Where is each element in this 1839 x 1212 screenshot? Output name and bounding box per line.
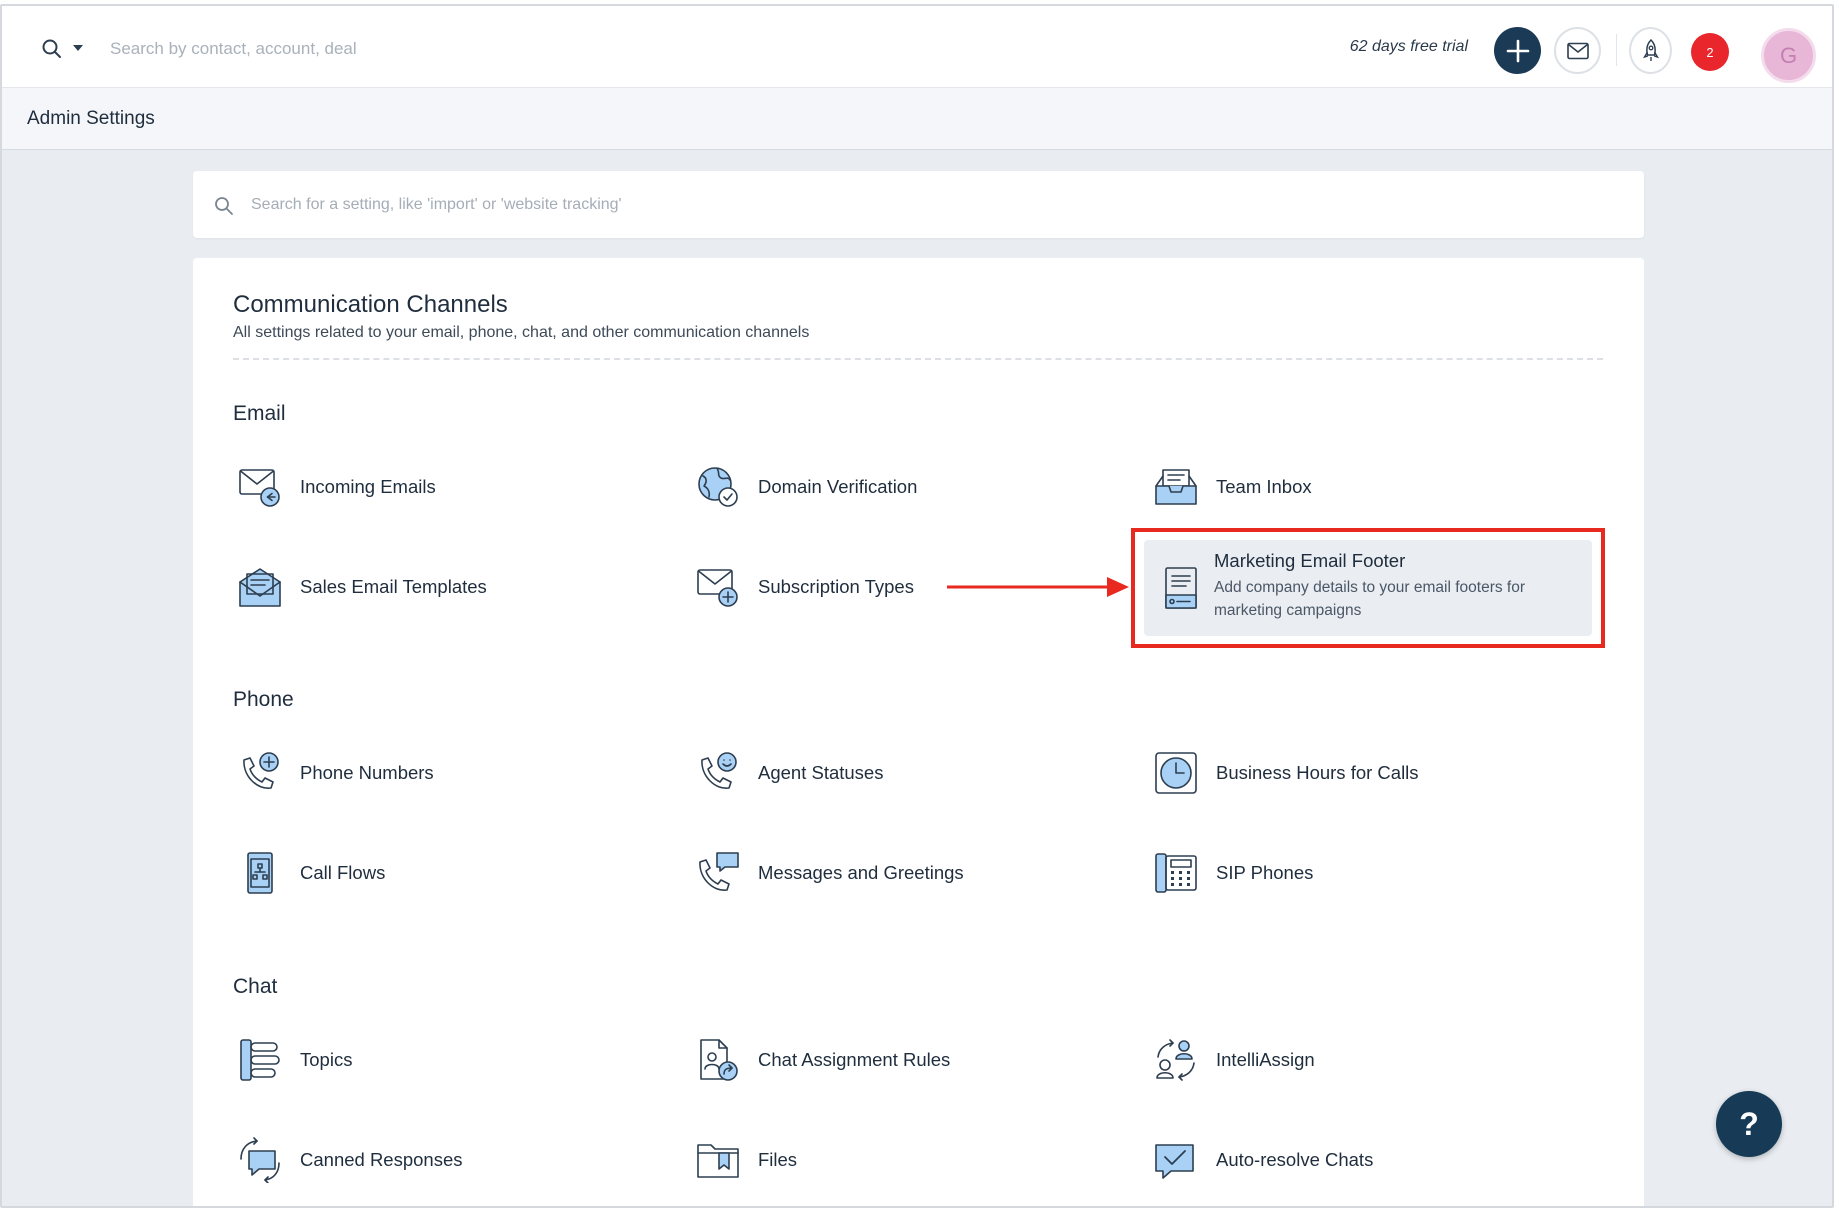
topics-list-icon <box>237 1037 283 1083</box>
plus-icon <box>1506 39 1529 62</box>
global-search-input[interactable] <box>110 34 530 64</box>
call-flow-icon <box>237 850 283 896</box>
setting-label: Call Flows <box>300 862 386 883</box>
search-icon <box>215 197 233 215</box>
setting-business-hours-for-calls[interactable]: Business Hours for Calls <box>1153 750 1419 796</box>
email-button[interactable] <box>1554 27 1601 74</box>
setting-marketing-email-footer[interactable]: Marketing Email Footer Add company detai… <box>1144 540 1592 636</box>
toolbar-divider <box>1616 34 1617 66</box>
setting-auto-resolve-chats[interactable]: Auto-resolve Chats <box>1153 1137 1373 1183</box>
setting-call-flows[interactable]: Call Flows <box>237 850 385 896</box>
incoming-email-icon <box>237 464 283 510</box>
setting-files[interactable]: Files <box>695 1137 797 1183</box>
setting-label: Phone Numbers <box>300 762 434 783</box>
communication-channels-card: Communication Channels All settings rela… <box>193 258 1644 1206</box>
settings-search-input[interactable] <box>251 191 1151 219</box>
setting-label: Chat Assignment Rules <box>758 1049 951 1070</box>
setting-label: Canned Responses <box>300 1149 463 1170</box>
email-template-icon <box>237 564 283 610</box>
setting-canned-responses[interactable]: Canned Responses <box>237 1137 463 1183</box>
notification-badge[interactable]: 2 <box>1691 33 1729 71</box>
setting-label: Business Hours for Calls <box>1216 762 1419 783</box>
divider <box>233 358 1603 360</box>
clock-icon <box>1153 750 1199 796</box>
setting-description: Add company details to your email footer… <box>1214 579 1526 619</box>
add-button[interactable] <box>1494 27 1541 74</box>
setting-team-inbox[interactable]: Team Inbox <box>1153 464 1312 510</box>
setting-sip-phones[interactable]: SIP Phones <box>1153 850 1313 896</box>
setting-label: Messages and Greetings <box>758 862 964 883</box>
card-title: Communication Channels <box>233 291 508 318</box>
user-avatar[interactable]: G <box>1761 28 1816 83</box>
top-bar: 62 days free trial 2 G <box>2 6 1832 88</box>
users-cycle-icon <box>1153 1037 1199 1083</box>
phone-smiley-icon <box>695 750 741 796</box>
phone-plus-icon <box>237 750 283 796</box>
setting-topics[interactable]: Topics <box>237 1037 352 1083</box>
email-plus-icon <box>695 564 741 610</box>
envelope-icon <box>1566 42 1589 59</box>
setting-agent-statuses[interactable]: Agent Statuses <box>695 750 883 796</box>
section-title-email: Email <box>233 402 286 425</box>
getting-started-button[interactable] <box>1629 27 1672 74</box>
annotation-arrow <box>947 577 1129 597</box>
setting-label: Auto-resolve Chats <box>1216 1149 1374 1170</box>
setting-label: SIP Phones <box>1216 862 1314 883</box>
folder-bookmark-icon <box>695 1137 741 1183</box>
setting-sales-email-templates[interactable]: Sales Email Templates <box>237 564 487 610</box>
setting-chat-assignment-rules[interactable]: Chat Assignment Rules <box>695 1037 950 1083</box>
trial-status-text[interactable]: 62 days free trial <box>1302 38 1468 56</box>
setting-intelliassign[interactable]: IntelliAssign <box>1153 1037 1315 1083</box>
globe-check-icon <box>695 464 741 510</box>
help-button[interactable]: ? <box>1716 1091 1782 1157</box>
chat-bubble-cycle-icon <box>237 1137 283 1183</box>
inbox-tray-icon <box>1153 464 1199 510</box>
chat-check-icon <box>1153 1137 1199 1183</box>
setting-label: Sales Email Templates <box>300 576 487 597</box>
setting-label: Team Inbox <box>1216 476 1312 497</box>
setting-incoming-emails[interactable]: Incoming Emails <box>237 464 436 510</box>
search-icon[interactable] <box>40 37 64 61</box>
setting-label: Incoming Emails <box>300 476 436 497</box>
section-title-phone: Phone <box>233 688 294 711</box>
setting-label: Topics <box>300 1049 353 1070</box>
card-description: All settings related to your email, phon… <box>233 324 810 341</box>
setting-label: Domain Verification <box>758 476 918 497</box>
setting-label: Files <box>758 1149 798 1170</box>
rocket-icon <box>1642 38 1659 61</box>
phone-message-icon <box>695 850 741 896</box>
page-header: Admin Settings <box>2 88 1832 150</box>
setting-label: Agent Statuses <box>758 762 884 783</box>
setting-domain-verification[interactable]: Domain Verification <box>695 464 917 510</box>
section-title-chat: Chat <box>233 975 278 998</box>
desk-phone-icon <box>1153 850 1199 896</box>
setting-messages-and-greetings[interactable]: Messages and Greetings <box>695 850 964 896</box>
setting-label: IntelliAssign <box>1216 1049 1315 1070</box>
setting-label: Subscription Types <box>758 576 914 597</box>
settings-search-box <box>193 171 1644 238</box>
setting-title: Marketing Email Footer <box>1214 550 1406 571</box>
document-footer-icon <box>1165 567 1197 609</box>
setting-subscription-types[interactable]: Subscription Types <box>695 564 914 610</box>
caret-down-icon[interactable] <box>72 42 84 54</box>
app-window: 62 days free trial 2 G <box>0 4 1834 1208</box>
assignment-document-icon <box>695 1037 741 1083</box>
setting-phone-numbers[interactable]: Phone Numbers <box>237 750 434 796</box>
page-title: Admin Settings <box>27 108 155 129</box>
